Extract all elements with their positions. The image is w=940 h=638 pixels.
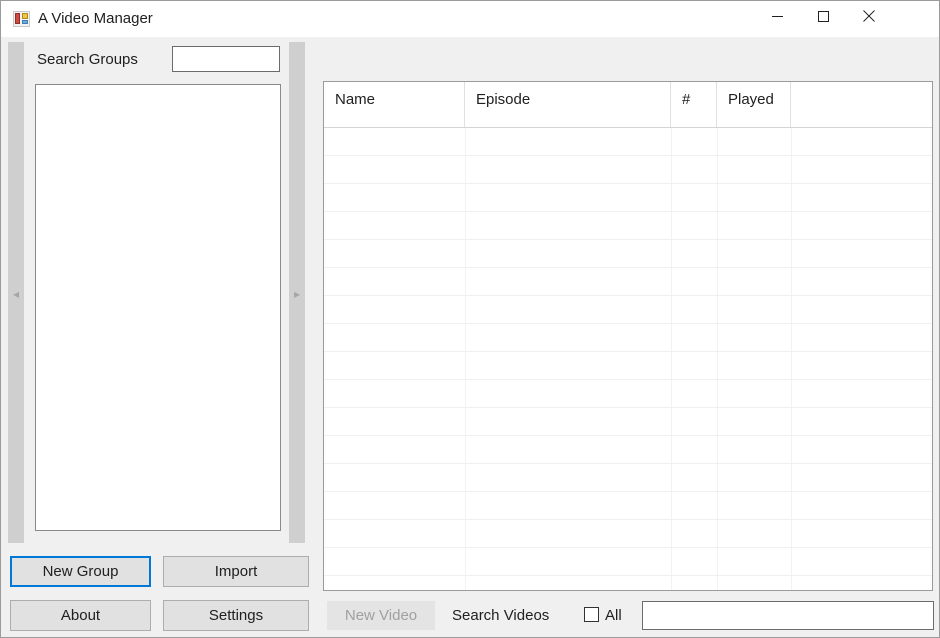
settings-button[interactable]: Settings	[163, 600, 309, 631]
maximize-button[interactable]	[800, 1, 846, 31]
grid-header-row: Name Episode # Played	[324, 82, 932, 128]
new-video-button[interactable]: New Video	[327, 601, 435, 630]
table-row[interactable]	[324, 548, 932, 576]
table-row[interactable]	[324, 380, 932, 408]
table-row[interactable]	[324, 464, 932, 492]
table-row[interactable]	[324, 268, 932, 296]
splitter-left[interactable]: ◂	[8, 42, 24, 543]
title-bar: A Video Manager	[1, 1, 939, 37]
splitter-right[interactable]: ▸	[289, 42, 305, 543]
application-window: A Video Manager ◂ ▸ Search Groups New Gr…	[0, 0, 940, 638]
table-row[interactable]	[324, 128, 932, 156]
table-row[interactable]	[324, 324, 932, 352]
about-button[interactable]: About	[10, 600, 151, 631]
import-button[interactable]: Import	[163, 556, 309, 587]
close-button[interactable]	[846, 1, 892, 31]
minimize-button[interactable]	[754, 1, 800, 31]
groups-list[interactable]	[35, 84, 281, 531]
chevron-right-icon: ▸	[293, 287, 301, 301]
column-header-filler	[791, 82, 932, 127]
search-groups-label: Search Groups	[37, 51, 138, 68]
grid-body	[324, 128, 932, 590]
table-row[interactable]	[324, 184, 932, 212]
all-checkbox[interactable]	[584, 607, 599, 622]
search-groups-input[interactable]	[172, 46, 280, 72]
app-icon-red-bar	[15, 13, 20, 24]
minimize-icon	[771, 15, 783, 17]
column-header-episode[interactable]: Episode	[465, 82, 671, 127]
videos-grid[interactable]: Name Episode # Played	[323, 81, 933, 591]
window-title: A Video Manager	[38, 10, 153, 27]
new-group-button[interactable]: New Group	[10, 556, 151, 587]
table-row[interactable]	[324, 436, 932, 464]
app-icon-blue-square	[22, 20, 28, 24]
groups-panel: ◂ ▸ Search Groups New Group Import About…	[2, 38, 312, 637]
column-header-number[interactable]: #	[671, 82, 717, 127]
close-icon	[863, 10, 875, 22]
table-row[interactable]	[324, 240, 932, 268]
table-row[interactable]	[324, 408, 932, 436]
app-icon	[13, 11, 30, 27]
all-label: All	[605, 607, 622, 624]
column-header-name[interactable]: Name	[324, 82, 465, 127]
search-videos-input[interactable]	[642, 601, 934, 630]
table-row[interactable]	[324, 296, 932, 324]
table-row[interactable]	[324, 520, 932, 548]
table-row[interactable]	[324, 212, 932, 240]
column-header-played[interactable]: Played	[717, 82, 791, 127]
table-row[interactable]	[324, 156, 932, 184]
table-row[interactable]	[324, 492, 932, 520]
table-row[interactable]	[324, 576, 932, 590]
maximize-icon	[817, 10, 829, 22]
chevron-left-icon: ◂	[12, 287, 20, 301]
table-row[interactable]	[324, 352, 932, 380]
app-icon-yellow-square	[22, 13, 28, 19]
search-videos-label: Search Videos	[452, 607, 550, 624]
